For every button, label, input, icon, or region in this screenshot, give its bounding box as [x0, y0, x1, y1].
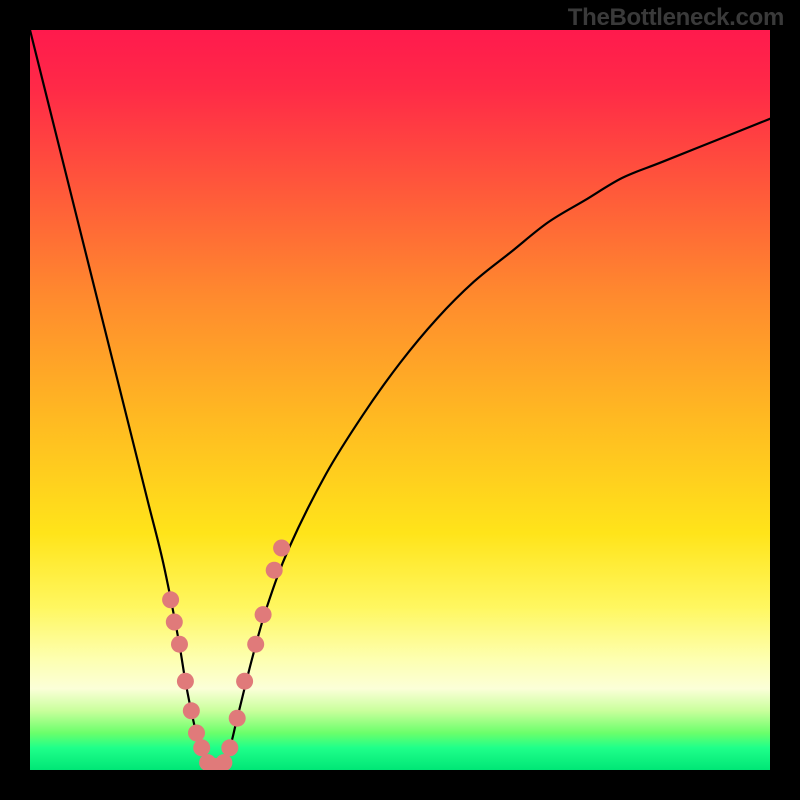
- chart-svg: [30, 30, 770, 770]
- data-point-marker: [171, 636, 188, 653]
- data-point-marker: [177, 673, 194, 690]
- data-point-marker: [166, 614, 183, 631]
- data-point-marker: [229, 710, 246, 727]
- data-point-marker: [266, 562, 283, 579]
- data-point-marker: [193, 739, 210, 756]
- brand-watermark: TheBottleneck.com: [568, 4, 784, 32]
- bottleneck-curve: [30, 30, 770, 770]
- data-point-marker: [236, 673, 253, 690]
- data-point-marker: [162, 591, 179, 608]
- data-point-marker: [215, 754, 232, 770]
- chart-frame: TheBottleneck.com: [0, 0, 800, 800]
- data-point-marker: [255, 606, 272, 623]
- data-point-marker: [273, 540, 290, 557]
- data-point-marker: [247, 636, 264, 653]
- data-point-marker: [183, 702, 200, 719]
- plot-area: [30, 30, 770, 770]
- data-point-marker: [221, 739, 238, 756]
- data-point-marker: [188, 725, 205, 742]
